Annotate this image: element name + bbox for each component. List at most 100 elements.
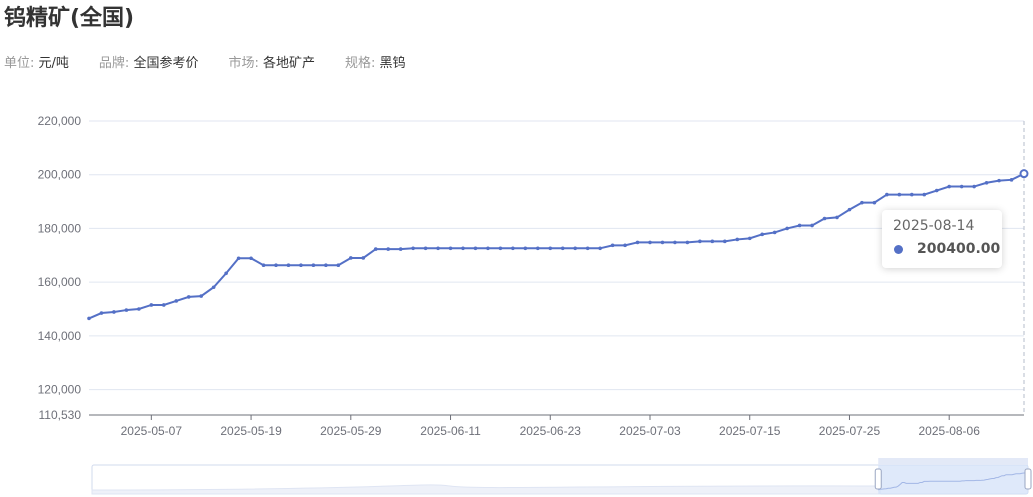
data-point[interactable] [897,192,902,197]
data-point[interactable] [199,294,203,298]
data-zoom-selection[interactable] [878,465,1028,494]
data-point[interactable] [673,240,677,245]
x-tick-label: 2025-05-29 [320,424,382,438]
data-point[interactable] [860,200,864,205]
data-zoom-move-handle[interactable] [878,458,1028,465]
data-point[interactable] [162,303,166,307]
data-point[interactable] [835,215,839,220]
data-point[interactable] [710,239,715,244]
data-point[interactable] [648,240,652,245]
data-point[interactable] [723,239,727,244]
data-point[interactable] [137,307,141,311]
data-point[interactable] [1009,178,1014,182]
x-tick-label: 2025-05-19 [220,424,282,438]
data-point[interactable] [286,263,291,268]
data-point[interactable] [498,246,503,251]
price-chart[interactable]: 110,530 120,000 140,000 160,000 180,000 200,0… [0,0,1033,497]
data-point[interactable] [585,246,590,251]
data-point[interactable] [797,223,802,228]
x-tick-label: 2025-07-15 [719,424,781,438]
y-tick-label: 140,000 [38,329,82,343]
data-point[interactable] [847,207,852,212]
data-point[interactable] [747,236,752,241]
data-point[interactable] [934,188,939,193]
data-point[interactable] [922,192,927,197]
data-point[interactable] [349,256,353,260]
y-tick-label: 120,000 [38,383,82,397]
x-tick-label: 2025-05-07 [121,424,183,438]
data-point[interactable] [523,246,528,251]
data-point[interactable] [772,230,777,235]
data-point[interactable] [573,246,577,251]
data-point[interactable] [560,246,565,251]
data-point[interactable] [112,310,116,314]
tooltip-value: 200400.00 [917,241,1001,257]
data-point[interactable] [822,216,827,221]
data-point[interactable] [224,271,228,276]
data-point[interactable] [635,240,640,245]
data-point[interactable] [959,184,964,189]
data-point[interactable] [997,178,1001,183]
data-point[interactable] [910,192,914,197]
data-point[interactable] [423,246,428,251]
data-point[interactable] [436,246,440,251]
data-point[interactable] [461,246,465,251]
data-point[interactable] [448,246,453,251]
data-point[interactable] [536,246,540,251]
y-tick-label: 180,000 [38,221,82,235]
data-point[interactable] [299,263,303,268]
data-point[interactable] [623,243,627,248]
data-point[interactable] [336,263,341,268]
data-point[interactable] [398,247,403,251]
data-zoom-right-handle[interactable] [1024,468,1032,490]
data-point[interactable] [984,180,989,185]
data-point[interactable] [386,247,391,251]
data-point[interactable] [174,299,179,303]
data-point[interactable] [972,184,976,189]
x-tick-label: 2025-08-06 [919,424,981,438]
data-point[interactable] [511,246,515,251]
tooltip-date: 2025-08-14 [893,218,975,234]
y-tick-label: 110,530 [39,408,82,422]
data-point[interactable] [149,303,154,307]
data-point[interactable] [87,316,91,321]
y-tick-label: 220,000 [38,114,82,128]
data-point[interactable] [660,240,665,245]
data-point[interactable] [124,308,129,312]
data-point[interactable] [947,184,951,189]
data-point[interactable] [698,239,702,244]
data-point[interactable] [274,263,278,268]
series-marker-icon [894,245,903,254]
data-point[interactable] [186,295,191,299]
data-point[interactable] [373,247,378,251]
y-tick-label: 200,000 [38,168,82,182]
data-point[interactable] [411,246,415,251]
highlighted-data-point[interactable] [1019,169,1029,179]
data-point[interactable] [810,223,814,228]
data-point[interactable] [598,246,602,251]
data-point[interactable] [735,237,740,242]
data-point[interactable] [261,263,266,268]
x-tick-label: 2025-06-23 [520,424,582,438]
data-point[interactable] [760,232,764,237]
data-point[interactable] [249,256,253,261]
data-point[interactable] [211,285,216,290]
data-point[interactable] [548,246,553,251]
data-point[interactable] [473,246,478,251]
data-point[interactable] [99,311,104,315]
data-point[interactable] [785,226,789,231]
x-tick-label: 2025-06-11 [420,424,481,438]
data-point[interactable] [872,200,877,205]
data-point[interactable] [685,240,690,245]
data-point[interactable] [885,192,889,197]
data-zoom-left-handle[interactable] [874,468,882,490]
x-tick-label: 2025-07-25 [819,424,881,438]
data-point[interactable] [610,243,615,248]
y-tick-label: 160,000 [38,275,82,289]
x-tick-label: 2025-07-03 [619,424,681,438]
data-point[interactable] [311,263,316,268]
data-point[interactable] [236,256,241,261]
data-point[interactable] [361,256,366,260]
data-point[interactable] [486,246,490,251]
data-point[interactable] [324,263,328,268]
